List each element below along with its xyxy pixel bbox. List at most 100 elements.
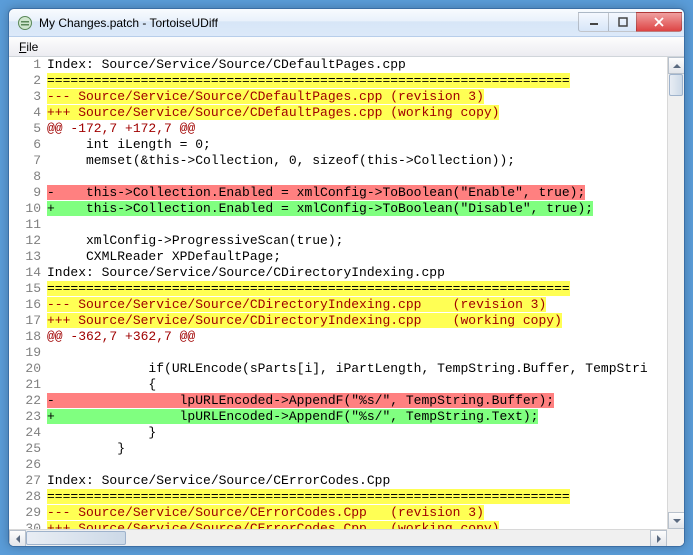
diff-line[interactable]: 12 xmlConfig->ProgressiveScan(true); <box>9 233 667 249</box>
diff-line[interactable]: 25 } <box>9 441 667 457</box>
line-code: } <box>47 425 667 441</box>
diff-line[interactable]: 26 <box>9 457 667 473</box>
line-code: xmlConfig->ProgressiveScan(true); <box>47 233 667 249</box>
line-code: - this->Collection.Enabled = xmlConfig->… <box>47 185 667 201</box>
app-window: My Changes.patch - TortoiseUDiff File 1I… <box>8 8 685 547</box>
diff-line[interactable]: 23+ lpURLEncoded->AppendF("%s/", TempStr… <box>9 409 667 425</box>
line-code: +++ Source/Service/Source/CErrorCodes.Cp… <box>47 521 667 529</box>
line-code <box>47 169 667 185</box>
diff-line[interactable]: 14Index: Source/Service/Source/CDirector… <box>9 265 667 281</box>
diff-line[interactable]: 1Index: Source/Service/Source/CDefaultPa… <box>9 57 667 73</box>
line-code: --- Source/Service/Source/CDefaultPages.… <box>47 89 667 105</box>
chevron-right-icon <box>657 535 661 543</box>
diff-line[interactable]: 4+++ Source/Service/Source/CDefaultPages… <box>9 105 667 121</box>
line-number: 11 <box>9 217 47 233</box>
diff-line[interactable]: 29--- Source/Service/Source/CErrorCodes.… <box>9 505 667 521</box>
maximize-button[interactable] <box>608 12 636 32</box>
line-number: 15 <box>9 281 47 297</box>
diff-line[interactable]: 16--- Source/Service/Source/CDirectoryIn… <box>9 297 667 313</box>
diff-line[interactable]: 10+ this->Collection.Enabled = xmlConfig… <box>9 201 667 217</box>
close-icon <box>653 17 665 27</box>
diff-line[interactable]: 7 memset(&this->Collection, 0, sizeof(th… <box>9 153 667 169</box>
scroll-corner <box>667 529 684 546</box>
window-title: My Changes.patch - TortoiseUDiff <box>39 16 578 30</box>
line-number: 20 <box>9 361 47 377</box>
line-number: 25 <box>9 441 47 457</box>
scroll-right-button[interactable] <box>650 530 667 546</box>
line-number: 9 <box>9 185 47 201</box>
diff-line[interactable]: 8 <box>9 169 667 185</box>
diff-line[interactable]: 21 { <box>9 377 667 393</box>
diff-line[interactable]: 22- lpURLEncoded->AppendF("%s/", TempStr… <box>9 393 667 409</box>
diff-line[interactable]: 9- this->Collection.Enabled = xmlConfig-… <box>9 185 667 201</box>
line-number: 23 <box>9 409 47 425</box>
diff-line[interactable]: 28======================================… <box>9 489 667 505</box>
line-number: 6 <box>9 137 47 153</box>
line-code: +++ Source/Service/Source/CDefaultPages.… <box>47 105 667 121</box>
line-code: int iLength = 0; <box>47 137 667 153</box>
diff-line[interactable]: 27Index: Source/Service/Source/CErrorCod… <box>9 473 667 489</box>
diff-viewer[interactable]: 1Index: Source/Service/Source/CDefaultPa… <box>9 57 667 529</box>
line-number: 24 <box>9 425 47 441</box>
diff-line[interactable]: 11 <box>9 217 667 233</box>
line-code: + this->Collection.Enabled = xmlConfig->… <box>47 201 667 217</box>
diff-line[interactable]: 15======================================… <box>9 281 667 297</box>
line-code: CXMLReader XPDefaultPage; <box>47 249 667 265</box>
vertical-scrollbar[interactable] <box>667 57 684 529</box>
line-number: 5 <box>9 121 47 137</box>
app-icon <box>17 15 33 31</box>
line-code: { <box>47 377 667 393</box>
line-code: --- Source/Service/Source/CErrorCodes.Cp… <box>47 505 667 521</box>
scroll-up-button[interactable] <box>668 57 684 74</box>
line-number: 27 <box>9 473 47 489</box>
diff-line[interactable]: 19 <box>9 345 667 361</box>
editor-area: 1Index: Source/Service/Source/CDefaultPa… <box>9 57 684 546</box>
line-code: Index: Source/Service/Source/CDirectoryI… <box>47 265 667 281</box>
diff-line[interactable]: 6 int iLength = 0; <box>9 137 667 153</box>
diff-line[interactable]: 13 CXMLReader XPDefaultPage; <box>9 249 667 265</box>
scroll-down-button[interactable] <box>668 512 684 529</box>
minimize-icon <box>589 17 599 27</box>
line-code <box>47 457 667 473</box>
diff-line[interactable]: 17+++ Source/Service/Source/CDirectoryIn… <box>9 313 667 329</box>
line-number: 10 <box>9 201 47 217</box>
titlebar[interactable]: My Changes.patch - TortoiseUDiff <box>9 9 684 37</box>
line-code: ========================================… <box>47 281 667 297</box>
line-number: 28 <box>9 489 47 505</box>
line-number: 4 <box>9 105 47 121</box>
diff-line[interactable]: 3--- Source/Service/Source/CDefaultPages… <box>9 89 667 105</box>
line-code: if(URLEncode(sParts[i], iPartLength, Tem… <box>47 361 667 377</box>
diff-line[interactable]: 2=======================================… <box>9 73 667 89</box>
maximize-icon <box>618 17 628 27</box>
line-code: + lpURLEncoded->AppendF("%s/", TempStrin… <box>47 409 667 425</box>
line-code: @@ -362,7 +362,7 @@ <box>47 329 667 345</box>
scroll-left-button[interactable] <box>9 530 26 546</box>
line-number: 18 <box>9 329 47 345</box>
diff-line[interactable]: 24 } <box>9 425 667 441</box>
line-code: Index: Source/Service/Source/CErrorCodes… <box>47 473 667 489</box>
line-number: 19 <box>9 345 47 361</box>
line-code: --- Source/Service/Source/CDirectoryInde… <box>47 297 667 313</box>
diff-line[interactable]: 18@@ -362,7 +362,7 @@ <box>9 329 667 345</box>
line-code: ========================================… <box>47 73 667 89</box>
window-controls <box>578 12 682 32</box>
line-number: 14 <box>9 265 47 281</box>
menu-file[interactable]: File <box>13 38 44 56</box>
line-number: 8 <box>9 169 47 185</box>
diff-line[interactable]: 5@@ -172,7 +172,7 @@ <box>9 121 667 137</box>
line-number: 2 <box>9 73 47 89</box>
diff-line[interactable]: 20 if(URLEncode(sParts[i], iPartLength, … <box>9 361 667 377</box>
line-code: memset(&this->Collection, 0, sizeof(this… <box>47 153 667 169</box>
minimize-button[interactable] <box>578 12 608 32</box>
line-code <box>47 345 667 361</box>
horizontal-scrollbar[interactable] <box>9 529 667 546</box>
line-number: 26 <box>9 457 47 473</box>
close-button[interactable] <box>636 12 682 32</box>
line-number: 3 <box>9 89 47 105</box>
chevron-left-icon <box>16 535 20 543</box>
horizontal-scroll-thumb[interactable] <box>26 531 126 545</box>
line-code: ========================================… <box>47 489 667 505</box>
line-number: 12 <box>9 233 47 249</box>
diff-line[interactable]: 30+++ Source/Service/Source/CErrorCodes.… <box>9 521 667 529</box>
vertical-scroll-thumb[interactable] <box>669 74 683 96</box>
